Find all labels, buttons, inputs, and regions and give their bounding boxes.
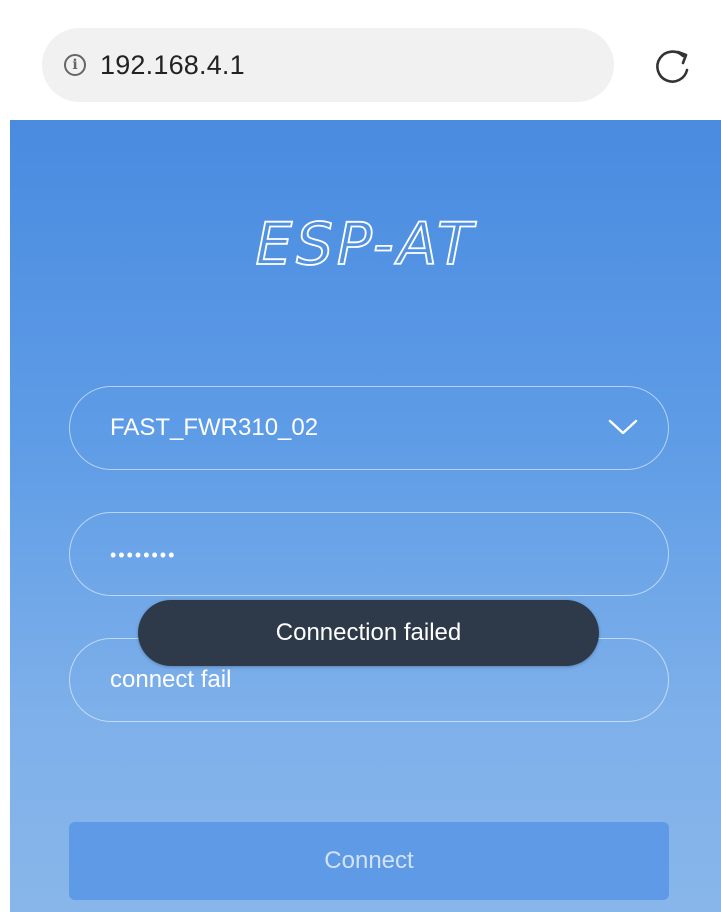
password-value: •••••••• [110,544,177,565]
address-bar[interactable]: i 192.168.4.1 [42,28,614,102]
connect-button[interactable]: Connect [69,822,669,900]
url-text[interactable]: 192.168.4.1 [100,50,245,81]
web-page: ESP-AT FAST_FWR310_02 •••••••• connect f… [10,120,721,912]
ssid-select[interactable]: FAST_FWR310_02 [69,386,669,470]
toast-message: Connection failed [138,600,599,666]
browser-toolbar: i 192.168.4.1 [0,0,721,120]
chevron-down-icon[interactable] [608,417,638,437]
logo: ESP-AT [10,208,721,280]
info-icon[interactable]: i [64,54,86,76]
reload-icon [656,50,689,83]
password-field[interactable]: •••••••• [69,512,669,596]
status-value: connect fail [110,666,232,693]
ssid-value: FAST_FWR310_02 [110,414,319,441]
screen: i 192.168.4.1 ESP-AT FAST_FWR310_02 ••••… [0,0,721,912]
reload-button[interactable] [650,44,694,88]
logo-text: ESP-AT [255,210,477,278]
